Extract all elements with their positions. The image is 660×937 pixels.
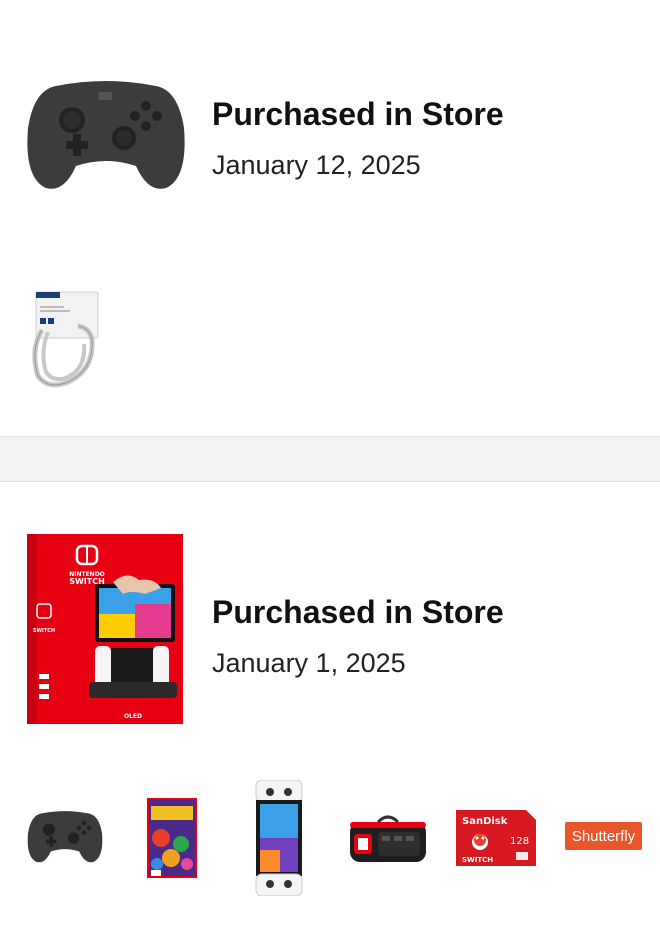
- sd-capacity: 128: [510, 836, 529, 847]
- mario-kart-game-icon: [147, 798, 197, 878]
- switch-oled-console-item[interactable]: [254, 779, 304, 897]
- ethernet-cable-icon: [32, 291, 99, 388]
- microsd-card-icon: SanDisk 128 SWITCH: [456, 810, 536, 866]
- order-title: Purchased in Store: [212, 594, 504, 630]
- switch-oled-box-icon: NINTENDO SWITCH OLED SWITCH: [27, 534, 183, 724]
- switch-console-icon: [255, 779, 303, 897]
- pro-controller-item[interactable]: [27, 808, 103, 866]
- svg-text:SWITCH: SWITCH: [33, 628, 55, 634]
- order-title: Purchased in Store: [212, 96, 504, 132]
- pro-controller-thumbnail[interactable]: [26, 78, 186, 193]
- sandisk-card-item[interactable]: SanDisk 128 SWITCH: [456, 810, 536, 866]
- order-date: January 12, 2025: [212, 150, 421, 180]
- pro-controller-icon: [27, 81, 185, 189]
- sd-platform: SWITCH: [462, 856, 493, 864]
- mario-kart-item[interactable]: [147, 798, 197, 878]
- order-date: January 1, 2025: [212, 648, 406, 678]
- carry-case-item[interactable]: [348, 812, 428, 864]
- pro-controller-icon: [27, 811, 103, 863]
- shutterfly-label: Shutterfly: [571, 827, 636, 845]
- order-card[interactable]: Purchased in Store January 12, 2025: [0, 0, 660, 437]
- shutterfly-item[interactable]: Shutterfly: [565, 822, 642, 850]
- sd-brand: SanDisk: [462, 816, 508, 827]
- switch-oled-box-thumbnail[interactable]: NINTENDO SWITCH OLED SWITCH: [27, 534, 183, 724]
- svg-text:OLED: OLED: [124, 713, 142, 720]
- ethernet-cable-thumbnail[interactable]: [28, 290, 100, 390]
- order-card[interactable]: NINTENDO SWITCH OLED SWITCH Purchased in…: [0, 481, 660, 937]
- carry-case-icon: [350, 815, 426, 862]
